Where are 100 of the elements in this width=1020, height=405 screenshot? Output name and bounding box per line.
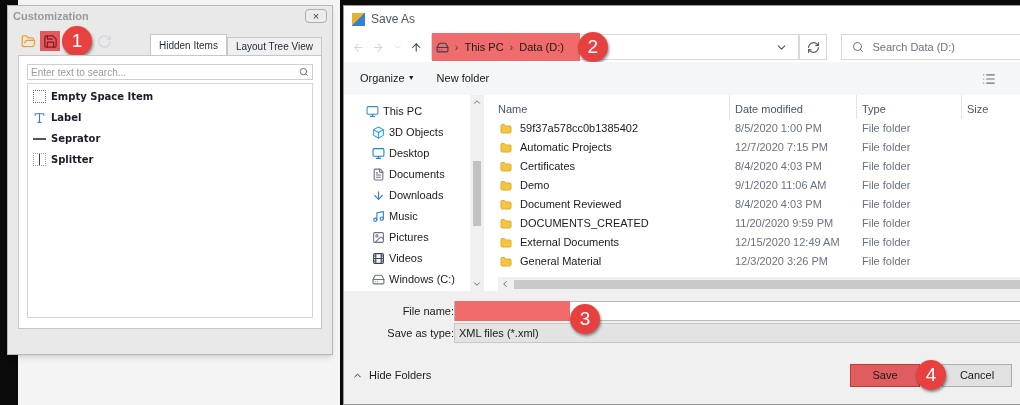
download-icon — [372, 189, 385, 202]
date-cell-text: 12/3/2020 3:26 PM — [734, 254, 829, 270]
breadcrumb[interactable]: › This PC › Data (D:) — [431, 33, 580, 61]
picture-icon — [372, 231, 385, 244]
list-item[interactable]: Seprator — [51, 131, 101, 146]
search-placeholder: Search Data (D:) — [872, 39, 955, 55]
sidebar-item[interactable]: Windows (C:) — [389, 271, 455, 288]
step-badge: 1 — [62, 26, 92, 56]
splitter-icon — [33, 153, 46, 166]
refresh-icon — [806, 40, 820, 54]
column-header[interactable]: Type — [857, 95, 962, 119]
breadcrumb-item[interactable]: Data (D:) — [519, 38, 564, 56]
film-icon — [372, 252, 385, 265]
save-button[interactable]: Save — [850, 363, 920, 387]
scroll-up-icon[interactable] — [472, 97, 482, 107]
type-cell-text: File folder — [861, 254, 912, 270]
file-name[interactable]: DOCUMENTS_CREATED — [520, 215, 649, 232]
forward-icon[interactable] — [372, 40, 385, 54]
drive-icon — [435, 40, 449, 54]
date-cell-text: 8/5/2020 1:00 PM — [734, 121, 823, 137]
sidebar-item[interactable]: Pictures — [389, 229, 429, 246]
breadcrumb-separator: › — [509, 39, 514, 55]
breadcrumb-separator: › — [454, 39, 459, 55]
type-cell-text: File folder — [861, 216, 912, 232]
file-name[interactable]: Document Reviewed — [520, 196, 622, 213]
folder-icon — [500, 198, 512, 211]
refresh-button[interactable] — [798, 34, 828, 60]
folder-icon — [500, 160, 512, 173]
folder-icon — [500, 141, 512, 154]
step-badge: 4 — [916, 360, 946, 390]
file-name[interactable]: General Material — [520, 253, 602, 270]
field-label: Save as type: — [386, 325, 454, 341]
date-cell-text: 12/7/2020 7:15 PM — [734, 140, 829, 156]
list-item[interactable]: Empty Space Item — [51, 89, 154, 104]
type-cell-text: File folder — [861, 140, 912, 156]
folder-icon — [500, 255, 512, 268]
file-name[interactable]: Demo — [520, 177, 550, 194]
date-cell-text: 8/4/2020 4:03 PM — [734, 197, 823, 213]
sidebar-item[interactable]: Downloads — [389, 187, 444, 204]
search-icon — [299, 67, 309, 77]
address-bar[interactable]: › This PC › Data (D:) 2 — [430, 34, 799, 60]
type-cell-text: File folder — [861, 178, 912, 194]
tab[interactable]: Hidden Items — [150, 34, 227, 56]
up-icon[interactable] — [410, 40, 423, 54]
close-button[interactable]: × — [305, 9, 327, 23]
view-icon[interactable] — [982, 71, 996, 86]
folder-icon — [500, 217, 512, 230]
file-name[interactable]: Certificates — [520, 158, 576, 175]
music-icon — [372, 210, 385, 223]
sidebar-item[interactable]: Videos — [389, 250, 423, 267]
scroll-left-icon[interactable] — [500, 279, 510, 289]
app-icon — [352, 12, 365, 26]
sidebar-item[interactable]: Music — [389, 208, 418, 225]
window-title: Customization — [13, 8, 89, 24]
breadcrumb-item[interactable]: This PC — [464, 38, 504, 56]
date-cell-text: 12/15/2020 12:49 AM — [734, 235, 841, 251]
type-cell-text: File folder — [861, 197, 912, 213]
drive-icon — [372, 273, 385, 286]
monitor-icon — [372, 147, 385, 160]
hide-folders-button[interactable]: Hide Folders — [352, 366, 432, 384]
sidebar-item[interactable]: 3D Objects — [389, 124, 444, 141]
computer-icon — [366, 105, 379, 118]
letter-icon — [33, 110, 46, 125]
scrollbar[interactable] — [470, 95, 484, 291]
type-cell-text: File folder — [861, 159, 912, 175]
line-icon — [33, 137, 46, 140]
step-badge: 2 — [577, 32, 608, 62]
sidebar-item[interactable]: Desktop — [389, 145, 430, 162]
scroll-thumb[interactable] — [514, 279, 1020, 289]
search-icon — [852, 41, 865, 53]
folder-icon — [500, 236, 512, 249]
dotted-square-icon — [33, 90, 46, 103]
field-label: File name: — [401, 303, 454, 319]
sidebar-item[interactable]: Documents — [389, 166, 445, 183]
scroll-thumb[interactable] — [473, 160, 481, 226]
sidebar-item[interactable]: This PC — [383, 103, 423, 120]
date-cell-text: 11/20/2020 9:59 PM — [734, 216, 835, 232]
horizontal-scrollbar[interactable] — [498, 277, 1020, 291]
cube-icon — [372, 126, 385, 139]
date-cell-text: 9/1/2020 11:06 AM — [734, 178, 828, 194]
cancel-button[interactable]: Cancel — [942, 363, 1012, 387]
folder-icon — [500, 122, 512, 135]
type-cell-text: File folder — [861, 121, 912, 137]
folder-icon — [500, 179, 512, 192]
document-icon — [372, 168, 385, 181]
back-icon[interactable] — [352, 40, 365, 54]
file-name[interactable]: 59f37a578cc0b1385402 — [520, 120, 639, 137]
column-header[interactable]: Size — [962, 95, 1020, 119]
column-header[interactable]: Name — [498, 95, 730, 119]
column-header[interactable]: Date modified — [730, 95, 857, 119]
search-field[interactable]: Search Data (D:) — [841, 34, 1020, 60]
list-item[interactable]: Label — [51, 110, 82, 125]
new-folder-button[interactable]: New folder — [436, 70, 490, 87]
scroll-down-icon[interactable] — [472, 279, 482, 289]
file-name[interactable]: Automatic Projects — [520, 139, 612, 156]
date-cell-text: 8/4/2020 4:03 PM — [734, 159, 823, 175]
list-item[interactable]: Splitter — [51, 152, 94, 167]
type-cell-text: File folder — [861, 235, 912, 251]
save-icon[interactable] — [40, 31, 60, 51]
file-name[interactable]: External Documents — [520, 234, 620, 251]
